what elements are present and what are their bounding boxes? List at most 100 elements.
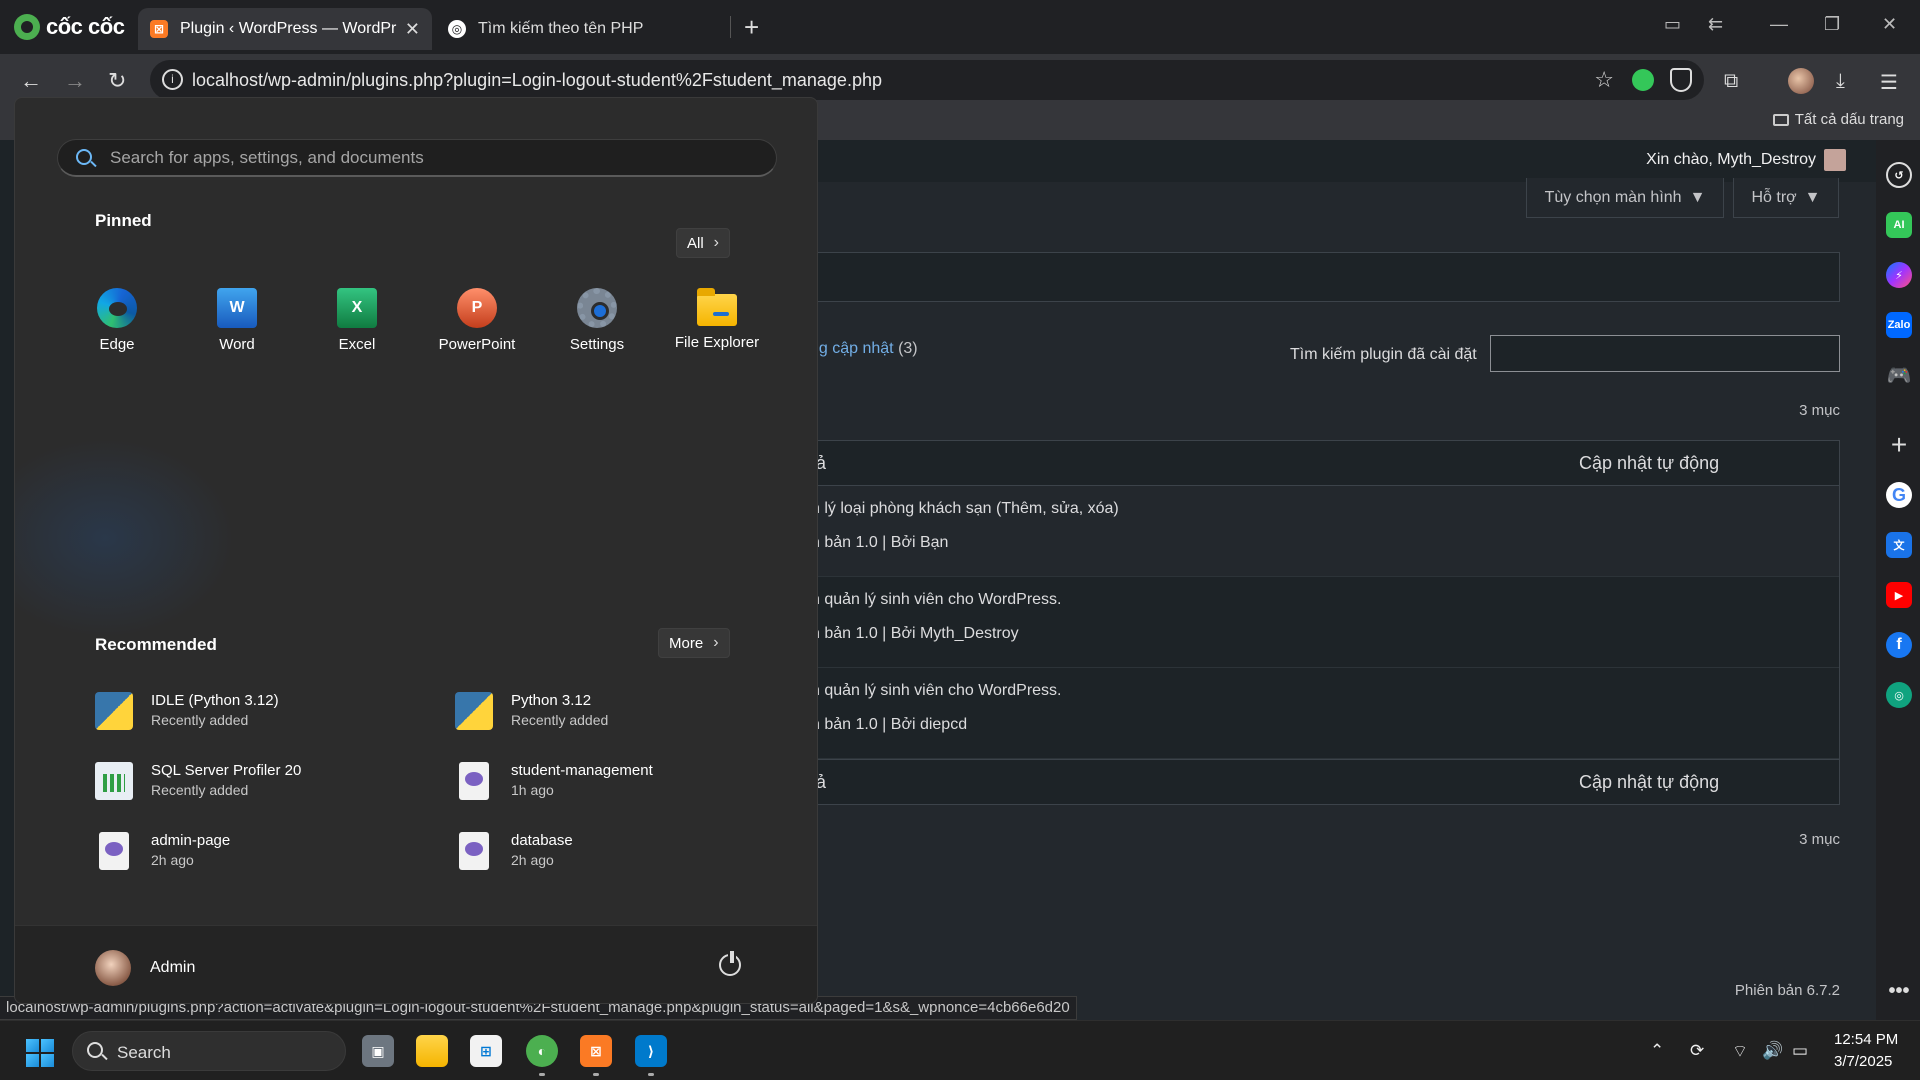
taskbar-search[interactable]: Search (72, 1031, 346, 1071)
task-view-icon[interactable]: ▣ (362, 1035, 394, 1067)
recommended-item[interactable]: Python 3.12 Recently added (455, 688, 755, 734)
close-window-button[interactable]: ✕ (1882, 14, 1897, 35)
dark-mode-icon[interactable] (1632, 69, 1654, 91)
recommended-item[interactable]: admin-page 2h ago (95, 828, 395, 874)
chatgpt-icon[interactable]: ◎ (1886, 682, 1912, 708)
table-row: n quản lý sinh viên cho WordPress. n bản… (811, 668, 1839, 759)
tab-title: Plugin ‹ WordPress — WordPress (180, 20, 397, 37)
volume-icon[interactable]: 🔊 (1762, 1041, 1783, 1061)
plugin-search-label: Tìm kiếm plugin đã cài đặt (1290, 346, 1477, 363)
back-button[interactable]: ← (20, 68, 42, 94)
plugin-filter-link[interactable]: ng cập nhật (3) (810, 340, 918, 358)
sidebar-toggle-icon[interactable]: ⇇ (1708, 14, 1723, 35)
menu-icon[interactable]: ☰ (1880, 70, 1898, 95)
pinned-app-powerpoint[interactable]: P PowerPoint (417, 288, 537, 353)
rec-name: Python 3.12 (511, 692, 592, 709)
start-search-input[interactable] (110, 146, 750, 170)
start-button[interactable] (26, 1039, 54, 1067)
profile-avatar[interactable] (1788, 68, 1814, 94)
wifi-icon[interactable]: ⌔ (1732, 1041, 1748, 1062)
sync-icon[interactable]: ⟳ (1690, 1041, 1704, 1061)
windows-logo-icon (26, 1039, 39, 1052)
xampp-taskbar-icon[interactable]: ⊠ (580, 1035, 612, 1067)
rec-sub: 2h ago (511, 852, 554, 868)
recommended-item[interactable]: database 2h ago (455, 828, 755, 874)
pinned-app-settings[interactable]: Settings (537, 288, 657, 353)
recommended-item[interactable]: IDLE (Python 3.12) Recently added (95, 688, 395, 734)
rec-name: student-management (511, 762, 653, 779)
items-count-top: 3 mục (1799, 402, 1840, 419)
screenshot-icon[interactable]: ▭ (1664, 14, 1681, 35)
download-icon[interactable]: ⤓ (1836, 70, 1845, 93)
minimize-button[interactable]: — (1770, 14, 1788, 35)
pinned-app-file-explorer[interactable]: File Explorer (657, 288, 777, 351)
running-indicator (539, 1073, 545, 1076)
more-dots-icon[interactable]: ••• (1886, 978, 1912, 1004)
chevron-up-icon[interactable]: ⌃ (1650, 1041, 1664, 1061)
messenger-icon[interactable]: ⚡ (1886, 262, 1912, 288)
extensions-icon[interactable]: ⧉ (1724, 70, 1738, 93)
forward-button[interactable]: → (64, 68, 86, 94)
maximize-button[interactable]: ❐ (1824, 14, 1840, 35)
address-url: localhost/wp-admin/plugins.php?plugin=Lo… (192, 69, 882, 90)
battery-icon[interactable]: ▭ (1792, 1041, 1808, 1061)
ai-assistant-icon[interactable]: AI (1886, 212, 1912, 238)
all-apps-button[interactable]: All › (676, 228, 730, 258)
screen-options-button[interactable]: Tùy chọn màn hình ▼ (1526, 178, 1724, 218)
clock-time[interactable]: 12:54 PM (1834, 1031, 1898, 1048)
clock-date[interactable]: 3/7/2025 (1834, 1053, 1892, 1070)
php-file-icon (99, 832, 129, 870)
bookmark-star-icon[interactable]: ☆ (1594, 67, 1614, 93)
items-count-bottom: 3 mục (1799, 831, 1840, 848)
rec-sub: Recently added (511, 712, 609, 728)
file-explorer-taskbar-icon[interactable] (416, 1035, 448, 1067)
adblock-shield-icon[interactable] (1670, 68, 1692, 92)
game-controller-icon[interactable]: 🎮 (1886, 362, 1912, 388)
folder-icon (1772, 113, 1789, 126)
recommended-item[interactable]: student-management 1h ago (455, 758, 755, 804)
wp-notice-box (810, 252, 1840, 302)
more-recommended-button[interactable]: More › (658, 628, 730, 658)
wp-version: Phiên bản 6.7.2 (1734, 982, 1840, 999)
close-tab-icon[interactable]: ✕ (405, 19, 420, 40)
all-bookmarks-button[interactable]: Tất cả dấu trang (1772, 111, 1904, 128)
tab-php-search[interactable]: ◎ Tìm kiếm theo tên PHP (436, 8, 726, 50)
history-icon[interactable]: ↺ (1886, 162, 1912, 188)
facebook-icon[interactable]: f (1886, 632, 1912, 658)
google-translate-icon[interactable]: 文 (1886, 532, 1912, 558)
user-avatar[interactable] (95, 950, 131, 986)
windows-logo-tile (41, 1054, 54, 1067)
table-footer: tả Cập nhật tự động (811, 759, 1839, 804)
pinned-app-word[interactable]: W Word (177, 288, 297, 353)
browser-brand[interactable]: cốc cốc (14, 12, 125, 42)
site-info-icon[interactable]: i (162, 69, 183, 90)
pinned-app-excel[interactable]: X Excel (297, 288, 417, 353)
wp-user-avatar[interactable] (1824, 149, 1846, 171)
recommended-item[interactable]: SQL Server Profiler 20 Recently added (95, 758, 395, 804)
microsoft-store-icon[interactable]: ⊞ (470, 1035, 502, 1067)
reload-button[interactable]: ↻ (108, 68, 126, 94)
help-button[interactable]: Hỗ trợ ▼ (1733, 178, 1839, 218)
power-icon[interactable] (719, 951, 741, 976)
tab-wordpress-plugins[interactable]: ⊠ Plugin ‹ WordPress — WordPress ✕ (138, 8, 432, 50)
caret-down-icon: ▼ (1689, 188, 1706, 206)
vscode-taskbar-icon[interactable]: ⟩ (635, 1035, 667, 1067)
pinned-app-edge[interactable]: Edge (57, 288, 177, 353)
running-indicator (648, 1073, 654, 1076)
zalo-icon[interactable]: Zalo (1886, 312, 1912, 338)
start-search-box[interactable] (57, 139, 777, 177)
wp-greeting[interactable]: Xin chào, Myth_Destroy (1646, 151, 1816, 169)
youtube-icon[interactable]: ▶ (1886, 582, 1912, 608)
search-icon (87, 1042, 103, 1058)
user-name[interactable]: Admin (150, 959, 195, 977)
app-label: Word (219, 336, 255, 353)
new-tab-button[interactable]: + (744, 12, 759, 43)
add-sidebar-app-icon[interactable]: + (1886, 429, 1912, 460)
plugin-search-input[interactable] (1490, 335, 1840, 372)
address-bar[interactable]: i localhost/wp-admin/plugins.php?plugin=… (150, 60, 1704, 100)
coccoc-taskbar-icon[interactable]: ◐ (526, 1035, 558, 1067)
google-icon[interactable]: G (1886, 482, 1912, 508)
screen-options-label: Tùy chọn màn hình (1544, 188, 1682, 206)
browser-tabbar: cốc cốc ⊠ Plugin ‹ WordPress — WordPress… (0, 0, 1920, 54)
start-menu-glow (15, 438, 235, 638)
